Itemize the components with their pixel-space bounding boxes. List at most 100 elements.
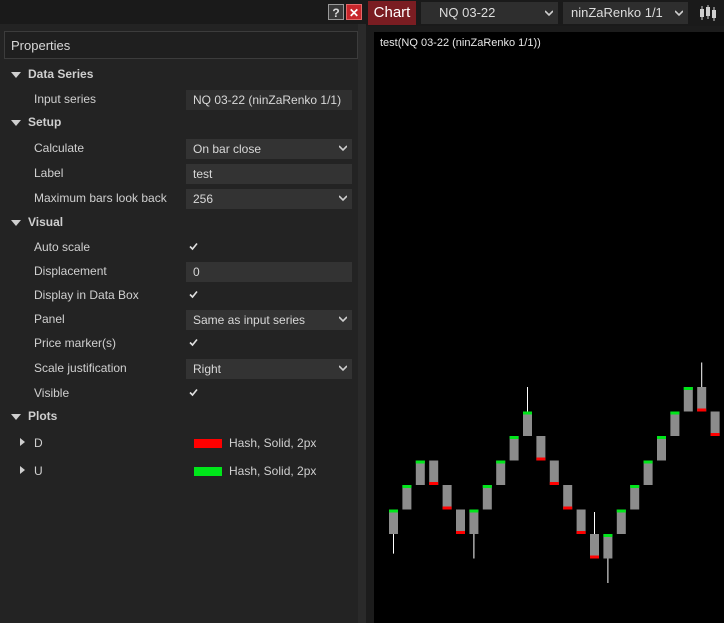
plot-u-marker	[683, 387, 693, 390]
field-value: Right	[193, 362, 222, 376]
plot-u-marker	[402, 485, 412, 488]
bar-type-selector[interactable]: ninZaRenko 1/1	[563, 2, 688, 24]
category-plots[interactable]: Plots	[4, 406, 358, 430]
plot-u-marker	[657, 436, 666, 439]
instrument-selector[interactable]: NQ 03-22	[421, 2, 558, 24]
bar-body	[415, 460, 425, 485]
field-value: Same as input series	[193, 313, 306, 327]
bar-body	[429, 460, 439, 485]
renko-bar	[509, 436, 519, 461]
renko-bar	[603, 534, 613, 583]
label-input[interactable]: test	[186, 164, 352, 184]
bar-body	[456, 509, 465, 534]
category-label: Setup	[28, 115, 62, 129]
max-bars-dropdown[interactable]: 256	[186, 189, 352, 209]
category-visual[interactable]: Visual	[4, 212, 358, 236]
renko-bar	[697, 362, 707, 412]
plot-u-marker	[616, 509, 626, 513]
chevron-down-icon	[675, 10, 683, 17]
renko-bar	[415, 460, 425, 485]
plot-d-marker	[563, 506, 573, 510]
chart-panel[interactable]: test(NQ 03-22 (ninZaRenko 1/1))	[374, 32, 724, 623]
candlestick-style-icon[interactable]	[698, 4, 718, 22]
plot-u-marker	[482, 485, 492, 488]
prop-label: Panel	[34, 312, 65, 326]
plot-u-marker	[523, 411, 532, 415]
plot-d-marker	[710, 433, 720, 436]
color-swatch[interactable]	[194, 439, 222, 448]
bar-body	[509, 436, 519, 461]
prop-label: Display in Data Box	[34, 288, 139, 302]
collapse-icon[interactable]	[11, 414, 21, 420]
category-label: Plots	[28, 409, 58, 423]
checkbox-data-box[interactable]	[188, 289, 199, 300]
plot-d-marker	[429, 482, 439, 485]
bar-body	[643, 460, 653, 485]
vertical-scrollbar[interactable]	[358, 24, 366, 623]
help-button[interactable]: ?	[328, 4, 344, 20]
calculate-dropdown[interactable]: On bar close	[186, 139, 352, 159]
collapse-icon[interactable]	[11, 72, 21, 78]
plot-row-d[interactable]: D Hash, Solid, 2px	[4, 432, 358, 456]
collapse-icon[interactable]	[11, 120, 21, 126]
expand-icon[interactable]	[20, 438, 25, 446]
prop-label: Input series	[34, 92, 97, 106]
properties-window: ? ✕ Properties Data Series Input series …	[0, 0, 366, 623]
plot-row-u[interactable]: U Hash, Solid, 2px	[4, 460, 358, 484]
expand-icon[interactable]	[20, 466, 25, 474]
field-value: test	[193, 167, 213, 181]
bar-body	[657, 436, 666, 461]
input-series-field[interactable]: NQ 03-22 (ninZaRenko 1/1)	[186, 90, 352, 110]
instrument-value: NQ 03-22	[439, 5, 496, 20]
plot-d-marker	[549, 482, 559, 485]
chart-toolbar: Chart NQ 03-22 ninZaRenko 1/1	[366, 0, 724, 26]
chevron-down-icon	[339, 365, 347, 372]
bar-body	[469, 509, 479, 534]
renko-bar	[563, 485, 573, 510]
renko-bar	[523, 387, 532, 436]
prop-price-marker: Price marker(s)	[4, 332, 358, 356]
renko-bar	[630, 485, 640, 510]
bar-body	[697, 387, 707, 412]
category-data-series[interactable]: Data Series	[4, 64, 358, 88]
prop-label: Label	[34, 166, 64, 180]
plot-u-marker	[630, 485, 640, 488]
field-value: On bar close	[193, 142, 262, 156]
bar-body	[389, 509, 398, 534]
checkbox-auto-scale[interactable]	[188, 241, 199, 252]
renko-bar	[670, 411, 680, 436]
plot-u-marker	[509, 436, 519, 439]
bar-body	[683, 387, 693, 412]
prop-scale-justification: Scale justification Right	[4, 357, 358, 381]
renko-bar	[549, 460, 559, 485]
bar-body	[590, 534, 599, 559]
category-label: Data Series	[28, 67, 94, 81]
collapse-icon[interactable]	[11, 220, 21, 226]
bar-body	[710, 411, 720, 436]
renko-bar	[469, 509, 479, 559]
prop-input-series: Input series NQ 03-22 (ninZaRenko 1/1)	[4, 88, 358, 112]
color-swatch[interactable]	[194, 467, 222, 476]
bar-body	[616, 509, 626, 534]
prop-displacement: Displacement 0	[4, 260, 358, 284]
plot-description: Hash, Solid, 2px	[229, 436, 317, 450]
bar-body	[523, 411, 532, 436]
close-button[interactable]: ✕	[346, 4, 362, 20]
renko-bar	[456, 509, 465, 534]
checkbox-price-marker[interactable]	[188, 337, 199, 348]
prop-calculate: Calculate On bar close	[4, 137, 358, 161]
panel-dropdown[interactable]: Same as input series	[186, 310, 352, 330]
renko-bar	[683, 387, 693, 412]
prop-label: Maximum bars look back	[34, 191, 167, 205]
category-setup[interactable]: Setup	[4, 112, 358, 136]
renko-bar	[590, 511, 599, 559]
displacement-input[interactable]: 0	[186, 262, 352, 282]
scale-justification-dropdown[interactable]: Right	[186, 359, 352, 379]
chart-tab[interactable]: Chart	[368, 1, 416, 25]
bar-body	[536, 436, 546, 461]
chevron-down-icon	[339, 316, 347, 323]
field-value: NQ 03-22 (ninZaRenko 1/1)	[193, 93, 342, 107]
checkbox-visible[interactable]	[188, 387, 199, 398]
plot-d-marker	[456, 531, 465, 534]
prop-label: Displacement	[34, 264, 107, 278]
